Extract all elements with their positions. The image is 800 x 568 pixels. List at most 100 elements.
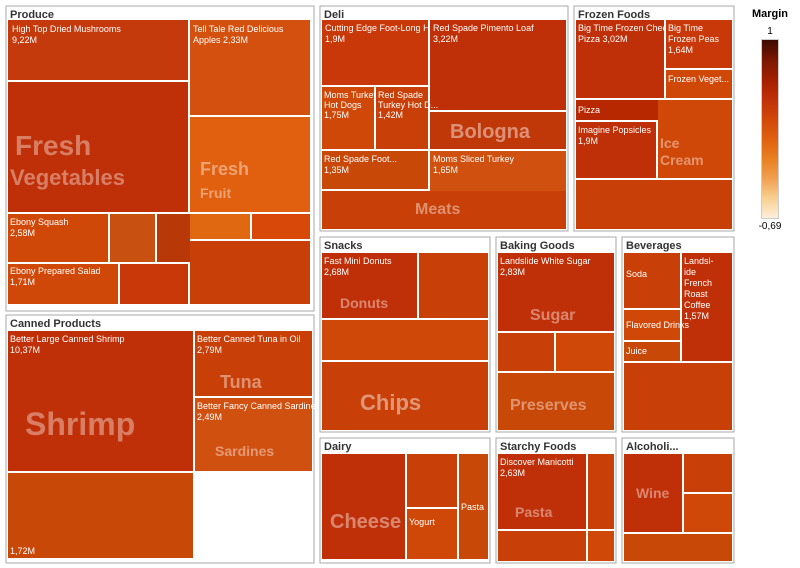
legend-gradient bbox=[761, 39, 779, 219]
cell bbox=[252, 214, 310, 239]
cell-text: Turkey Hot D... bbox=[378, 100, 438, 110]
cell-text: 1,71M bbox=[10, 277, 35, 287]
cell-text: Pizza bbox=[578, 105, 600, 115]
cell-text: Landsl- bbox=[684, 256, 714, 266]
fresh-label: Fresh bbox=[15, 130, 91, 161]
cell-text: 2,63M bbox=[500, 468, 525, 478]
cell-text: Big Time bbox=[668, 23, 703, 33]
cell-text: 2,68M bbox=[324, 267, 349, 277]
cell-text: Moms Sliced Turkey bbox=[433, 154, 515, 164]
legend: Margin 1 -0,69 bbox=[740, 0, 800, 568]
shrimp-label: Shrimp bbox=[25, 406, 135, 442]
cell bbox=[407, 454, 457, 507]
wine-label: Wine bbox=[636, 485, 670, 501]
sardines-label: Sardines bbox=[215, 443, 274, 459]
cell-text: Better Large Canned Shrimp bbox=[10, 334, 125, 344]
beverages-label: Beverages bbox=[626, 240, 682, 252]
cell bbox=[498, 531, 586, 561]
cell-text: French bbox=[684, 278, 712, 288]
cell bbox=[419, 253, 488, 318]
chips-label: Chips bbox=[360, 390, 421, 415]
cream-label: Cream bbox=[660, 152, 704, 168]
cell-text: 1,75M bbox=[324, 110, 349, 120]
cell-text: Big Time Frozen Cheese bbox=[578, 23, 677, 33]
cell-text: Frozen Veget... bbox=[668, 74, 729, 84]
cell-text: Roast bbox=[684, 289, 708, 299]
cell-text: Hot Dogs bbox=[324, 100, 362, 110]
cell bbox=[588, 454, 614, 529]
cell bbox=[624, 363, 732, 430]
cell-text: 1,42M bbox=[378, 110, 403, 120]
bologna-label: Bologna bbox=[450, 121, 531, 143]
cell bbox=[684, 494, 732, 532]
cell-text: ide bbox=[684, 267, 696, 277]
deli-label: Deli bbox=[324, 9, 344, 21]
pasta-label: Pasta bbox=[515, 504, 553, 520]
cell bbox=[576, 180, 732, 229]
legend-max: 1 bbox=[767, 26, 773, 37]
cell-text: Pizza 3,02M bbox=[578, 34, 628, 44]
cell-text: Better Fancy Canned Sardines bbox=[197, 401, 321, 411]
cell-text: Red Spade bbox=[378, 90, 423, 100]
cell-text: Yogurt bbox=[409, 517, 435, 527]
cell-text: Flavored Drinks bbox=[626, 320, 690, 330]
cell-text: 10,37M bbox=[10, 345, 40, 355]
cell bbox=[322, 320, 488, 360]
donuts-label: Donuts bbox=[340, 295, 388, 311]
cell bbox=[684, 454, 732, 492]
cell-text: Moms Turkey bbox=[324, 90, 379, 100]
alcoholic-label: Alcoholi... bbox=[626, 441, 679, 453]
cell-text: Tell Tale Red Delicious bbox=[193, 24, 284, 34]
cell bbox=[157, 214, 190, 262]
cell-text: Better Canned Tuna in Oil bbox=[197, 334, 301, 344]
cell bbox=[588, 531, 614, 561]
cell-text: Juice bbox=[626, 346, 647, 356]
cell-text: 1,9M bbox=[325, 34, 345, 44]
cell-text: 9,22M bbox=[12, 35, 37, 45]
cell-text: 1,9M bbox=[578, 136, 598, 146]
baking-label: Baking Goods bbox=[500, 240, 575, 252]
cell-text: Imagine Popsicles bbox=[578, 125, 652, 135]
cell-text: Fast Mini Donuts bbox=[324, 256, 392, 266]
cell-text: Apples 2,33M bbox=[193, 35, 248, 45]
cell bbox=[498, 333, 554, 371]
preserves-label: Preserves bbox=[510, 397, 587, 414]
cell bbox=[322, 454, 405, 559]
cell-text: Soda bbox=[626, 269, 647, 279]
tuna-label: Tuna bbox=[220, 372, 263, 392]
cell-text: 2,79M bbox=[197, 345, 222, 355]
cell-text: 2,49M bbox=[197, 412, 222, 422]
legend-title: Margin bbox=[752, 8, 788, 20]
cell bbox=[556, 333, 614, 371]
cell-text: 1,64M bbox=[668, 45, 693, 55]
fruit-label: Fruit bbox=[200, 185, 231, 201]
snacks-label: Snacks bbox=[324, 240, 363, 252]
cell bbox=[190, 214, 250, 239]
frozen-label: Frozen Foods bbox=[578, 9, 650, 21]
cell-text: Landslide White Sugar bbox=[500, 256, 591, 266]
cell bbox=[110, 214, 155, 262]
cell-text: 1,65M bbox=[433, 165, 458, 175]
cell-text: 2,83M bbox=[500, 267, 525, 277]
cell bbox=[624, 534, 732, 561]
cell-text: 2,58M bbox=[10, 228, 35, 238]
treemap-svg: Produce High Top Dried Mushrooms 9,22M T… bbox=[0, 0, 740, 568]
cell-text: Discover Manicotti bbox=[500, 457, 574, 467]
cell-text: Coffee bbox=[684, 300, 710, 310]
sugar-label: Sugar bbox=[530, 307, 575, 324]
treemap-area: Produce High Top Dried Mushrooms 9,22M T… bbox=[0, 0, 740, 568]
cell-text: 1,72M bbox=[10, 546, 35, 556]
meats-label: Meats bbox=[415, 201, 460, 218]
cell-text: Frozen Peas bbox=[668, 34, 720, 44]
ice-cream-label: Ice bbox=[660, 135, 680, 151]
cell bbox=[8, 473, 193, 558]
legend-min: -0,69 bbox=[759, 221, 782, 232]
cell-text: Pasta bbox=[461, 502, 484, 512]
produce-label: Produce bbox=[10, 9, 54, 21]
canned-label: Canned Products bbox=[10, 318, 101, 330]
cell-text: 1,35M bbox=[324, 165, 349, 175]
starchy-label: Starchy Foods bbox=[500, 441, 576, 453]
cheese-label: Cheese bbox=[330, 511, 401, 533]
cell-text: High Top Dried Mushrooms bbox=[12, 24, 121, 34]
cell-text: Red Spade Foot... bbox=[324, 154, 397, 164]
